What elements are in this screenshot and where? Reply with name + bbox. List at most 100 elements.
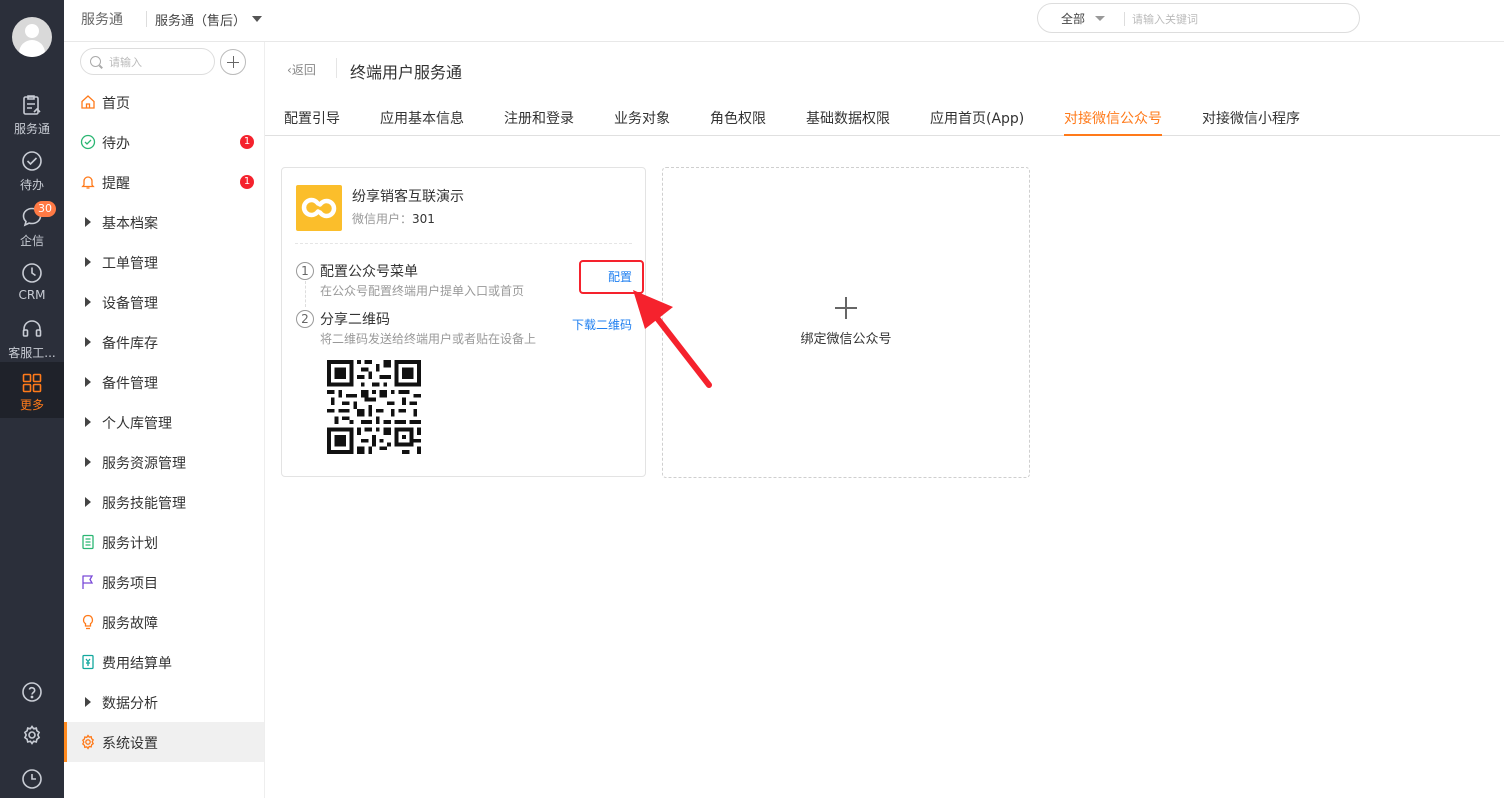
qr-code[interactable]: [327, 360, 421, 454]
sidebar-item-label: 首页: [102, 96, 130, 112]
tab-wechat-miniprogram[interactable]: 对接微信小程序: [1202, 108, 1300, 136]
global-search-input[interactable]: [1132, 9, 1342, 29]
tab-data-permission[interactable]: 基础数据权限: [806, 108, 890, 136]
sidebar-item-service-plan[interactable]: 服务计划: [64, 522, 264, 562]
sidebar-item-label: 服务项目: [102, 576, 158, 592]
sidebar-item-expense-bill[interactable]: 费用结算单: [64, 642, 264, 682]
search-icon: [90, 56, 101, 67]
download-qrcode-link[interactable]: 下载二维码: [572, 316, 632, 333]
back-link[interactable]: ‹返回: [287, 61, 316, 78]
rail-item-crm[interactable]: CRM: [0, 256, 64, 312]
sidebar-item-service-resource[interactable]: 服务资源管理: [64, 442, 264, 482]
account-name: 纷享销客互联演示: [352, 189, 464, 205]
sidebar-item-todo[interactable]: 待办 1: [64, 122, 264, 162]
step-description: 在公众号配置终端用户提单入口或首页: [320, 284, 525, 298]
chevron-down-icon[interactable]: [1095, 16, 1105, 21]
step-number: 1: [296, 262, 314, 280]
sidebar-item-personal-stock[interactable]: 个人库管理: [64, 402, 264, 442]
expand-triangle-icon: [85, 457, 91, 467]
rail-item-todo[interactable]: 待办: [0, 144, 64, 200]
sidebar-item-service-fault[interactable]: 服务故障: [64, 602, 264, 642]
official-account-card: 纷享销客互联演示 微信用户：301 1 配置公众号菜单 在公众号配置终端用户提单…: [281, 167, 646, 477]
headset-icon: [22, 320, 42, 337]
app-select[interactable]: 服务通（售后）: [155, 10, 246, 29]
rail-item-customer-service[interactable]: 客服工...: [0, 312, 64, 368]
tab-wechat-official[interactable]: 对接微信公众号: [1064, 108, 1162, 136]
top-bar: 服务通 服务通（售后） 全部: [64, 0, 1504, 42]
chevron-down-icon[interactable]: [252, 16, 262, 22]
expand-triangle-icon: [85, 297, 91, 307]
sidebar-item-work-order[interactable]: 工单管理: [64, 242, 264, 282]
home-icon: [81, 95, 95, 109]
sidebar: 首页 待办 1 提醒 1 基本档案 工单管理 设备管理 备件库存 备件管理 个人…: [64, 42, 265, 798]
sidebar-item-spare-stock[interactable]: 备件库存: [64, 322, 264, 362]
search-scope-select[interactable]: 全部: [1061, 10, 1085, 27]
plus-icon: [835, 297, 857, 319]
account-users: 微信用户：301: [352, 212, 435, 226]
bell-icon: [81, 176, 95, 189]
rail-item-more[interactable]: 更多: [0, 362, 64, 418]
account-logo: [296, 185, 342, 231]
expand-triangle-icon: [85, 497, 91, 507]
rail-item-messenger[interactable]: 30 企信: [0, 200, 64, 256]
help-icon[interactable]: [21, 681, 43, 703]
sidebar-item-service-project[interactable]: 服务项目: [64, 562, 264, 602]
expand-triangle-icon: [85, 217, 91, 227]
app-rail: 服务通 待办 30 企信 CRM 客服工... 更多: [0, 0, 64, 798]
sidebar-item-device[interactable]: 设备管理: [64, 282, 264, 322]
sidebar-item-label: 个人库管理: [102, 416, 172, 432]
sidebar-item-label: 基本档案: [102, 216, 158, 232]
sidebar-item-label: 提醒: [102, 176, 130, 192]
sidebar-item-data-analysis[interactable]: 数据分析: [64, 682, 264, 722]
bill-icon: [82, 654, 94, 670]
sidebar-item-label: 备件库存: [102, 336, 158, 352]
rail-label: 更多: [19, 398, 44, 412]
rail-item-service[interactable]: 服务通: [0, 88, 64, 144]
app-title: 服务通: [81, 12, 123, 28]
sidebar-item-label: 待办: [102, 136, 130, 152]
tab-business-object[interactable]: 业务对象: [614, 108, 670, 136]
bulb-icon: [82, 614, 94, 630]
settings-icon[interactable]: [21, 724, 43, 746]
sidebar-item-label: 数据分析: [102, 696, 158, 712]
rail-label: 企信: [19, 234, 44, 248]
rail-label: 待办: [19, 178, 44, 192]
sidebar-item-spare-parts[interactable]: 备件管理: [64, 362, 264, 402]
unread-badge: 30: [34, 201, 56, 217]
list-doc-icon: [82, 534, 94, 550]
tab-bar: 配置引导 应用基本信息 注册和登录 业务对象 角色权限 基础数据权限 应用首页(…: [265, 96, 1500, 136]
sidebar-item-system-settings[interactable]: 系统设置: [64, 722, 264, 762]
add-button[interactable]: [220, 49, 246, 75]
sidebar-item-label: 系统设置: [102, 736, 158, 752]
flag-icon: [82, 575, 94, 589]
rail-label: 客服工...: [8, 346, 56, 360]
tab-register-login[interactable]: 注册和登录: [504, 108, 574, 136]
sidebar-item-reminder[interactable]: 提醒 1: [64, 162, 264, 202]
tab-role-permission[interactable]: 角色权限: [710, 108, 766, 136]
check-circle-icon: [80, 134, 96, 150]
step-number: 2: [296, 310, 314, 328]
tab-basic-info[interactable]: 应用基本信息: [380, 108, 464, 136]
page-title: 终端用户服务通: [350, 63, 463, 82]
sidebar-search-input[interactable]: [109, 53, 209, 71]
tab-app-home[interactable]: 应用首页(App): [930, 108, 1024, 136]
link-icon: [301, 197, 337, 219]
rail-label: CRM: [18, 288, 46, 302]
sidebar-item-home[interactable]: 首页: [64, 82, 264, 122]
rail-label: 服务通: [13, 122, 50, 136]
grid-icon: [22, 373, 42, 393]
clock-icon: [22, 263, 42, 283]
history-icon[interactable]: [21, 768, 43, 790]
expand-triangle-icon: [85, 417, 91, 427]
sidebar-item-label: 服务计划: [102, 536, 158, 552]
sidebar-item-service-skill[interactable]: 服务技能管理: [64, 482, 264, 522]
tab-guide[interactable]: 配置引导: [284, 108, 340, 136]
sidebar-item-label: 服务资源管理: [102, 456, 186, 472]
expand-triangle-icon: [85, 377, 91, 387]
expand-triangle-icon: [85, 337, 91, 347]
user-avatar[interactable]: [12, 17, 52, 57]
sidebar-item-label: 设备管理: [102, 296, 158, 312]
sidebar-item-label: 工单管理: [102, 256, 158, 272]
service-clipboard-icon: [23, 95, 41, 115]
sidebar-item-basic-archive[interactable]: 基本档案: [64, 202, 264, 242]
